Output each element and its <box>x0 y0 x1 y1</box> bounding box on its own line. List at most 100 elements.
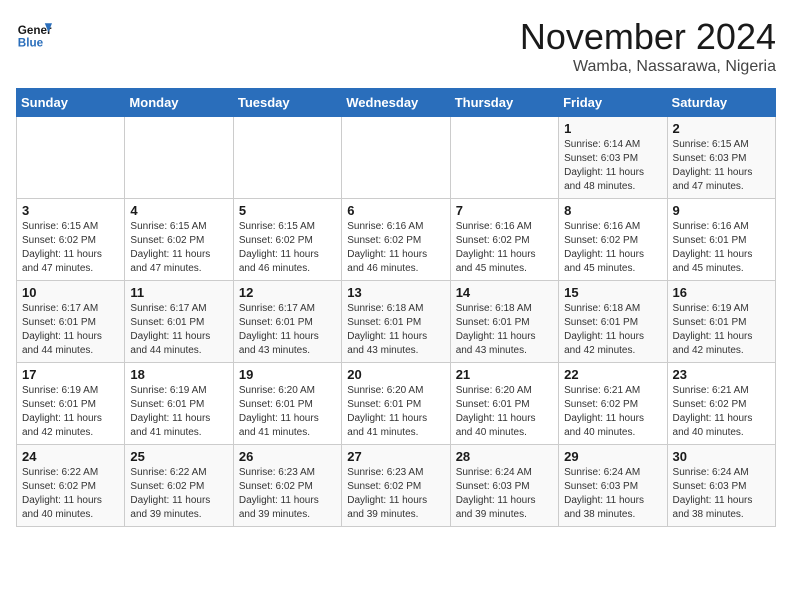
day-info: Sunrise: 6:20 AM Sunset: 6:01 PM Dayligh… <box>456 384 553 440</box>
calendar-cell: 29 Sunrise: 6:24 AM Sunset: 6:03 PM Dayli… <box>559 445 667 527</box>
day-number: 11 <box>130 285 227 300</box>
day-number: 3 <box>22 203 119 218</box>
calendar-cell: 2 Sunrise: 6:15 AM Sunset: 6:03 PM Daylig… <box>667 117 775 199</box>
calendar-cell: 16 Sunrise: 6:19 AM Sunset: 6:01 PM Dayli… <box>667 281 775 363</box>
location-title: Wamba, Nassarawa, Nigeria <box>520 58 776 76</box>
calendar-cell: 21Sunrise: 6:20 AM Sunset: 6:01 PM Dayli… <box>450 363 558 445</box>
day-number: 27 <box>347 449 444 464</box>
day-number: 25 <box>130 449 227 464</box>
day-number: 28 <box>456 449 553 464</box>
calendar-cell: 22Sunrise: 6:21 AM Sunset: 6:02 PM Dayli… <box>559 363 667 445</box>
day-info: Sunrise: 6:24 AM Sunset: 6:03 PM Dayligh… <box>564 466 661 522</box>
day-header-friday: Friday <box>559 89 667 117</box>
day-number: 8 <box>564 203 661 218</box>
day-info: Sunrise: 6:18 AM Sunset: 6:01 PM Dayligh… <box>564 302 661 358</box>
day-info: Sunrise: 6:15 AM Sunset: 6:03 PM Dayligh… <box>673 138 770 194</box>
calendar-cell: 5 Sunrise: 6:15 AM Sunset: 6:02 PM Daylig… <box>233 199 341 281</box>
day-info: Sunrise: 6:19 AM Sunset: 6:01 PM Dayligh… <box>22 384 119 440</box>
day-info: Sunrise: 6:19 AM Sunset: 6:01 PM Dayligh… <box>673 302 770 358</box>
svg-text:Blue: Blue <box>18 37 44 50</box>
day-header-monday: Monday <box>125 89 233 117</box>
calendar-cell: 11 Sunrise: 6:17 AM Sunset: 6:01 PM Dayli… <box>125 281 233 363</box>
logo-icon: General Blue <box>16 16 52 52</box>
day-info: Sunrise: 6:17 AM Sunset: 6:01 PM Dayligh… <box>130 302 227 358</box>
day-info: Sunrise: 6:17 AM Sunset: 6:01 PM Dayligh… <box>239 302 336 358</box>
day-number: 26 <box>239 449 336 464</box>
day-number: 16 <box>673 285 770 300</box>
day-header-thursday: Thursday <box>450 89 558 117</box>
day-number: 17 <box>22 367 119 382</box>
day-info: Sunrise: 6:21 AM Sunset: 6:02 PM Dayligh… <box>673 384 770 440</box>
day-info: Sunrise: 6:17 AM Sunset: 6:01 PM Dayligh… <box>22 302 119 358</box>
calendar-week-row: 10 Sunrise: 6:17 AM Sunset: 6:01 PM Dayli… <box>17 281 776 363</box>
day-info: Sunrise: 6:16 AM Sunset: 6:02 PM Dayligh… <box>456 220 553 276</box>
day-info: Sunrise: 6:16 AM Sunset: 6:02 PM Dayligh… <box>347 220 444 276</box>
calendar-cell: 1 Sunrise: 6:14 AM Sunset: 6:03 PM Daylig… <box>559 117 667 199</box>
day-number: 10 <box>22 285 119 300</box>
calendar-week-row: 1 Sunrise: 6:14 AM Sunset: 6:03 PM Daylig… <box>17 117 776 199</box>
calendar-table: SundayMondayTuesdayWednesdayThursdayFrid… <box>16 88 776 527</box>
day-number: 29 <box>564 449 661 464</box>
day-header-wednesday: Wednesday <box>342 89 450 117</box>
day-info: Sunrise: 6:18 AM Sunset: 6:01 PM Dayligh… <box>456 302 553 358</box>
calendar-cell: 15 Sunrise: 6:18 AM Sunset: 6:01 PM Dayli… <box>559 281 667 363</box>
calendar-cell <box>450 117 558 199</box>
day-info: Sunrise: 6:15 AM Sunset: 6:02 PM Dayligh… <box>239 220 336 276</box>
day-header-saturday: Saturday <box>667 89 775 117</box>
day-number: 5 <box>239 203 336 218</box>
calendar-cell <box>233 117 341 199</box>
calendar-header-row: SundayMondayTuesdayWednesdayThursdayFrid… <box>17 89 776 117</box>
day-number: 9 <box>673 203 770 218</box>
calendar-cell: 3 Sunrise: 6:15 AM Sunset: 6:02 PM Daylig… <box>17 199 125 281</box>
calendar-cell: 4 Sunrise: 6:15 AM Sunset: 6:02 PM Daylig… <box>125 199 233 281</box>
day-info: Sunrise: 6:20 AM Sunset: 6:01 PM Dayligh… <box>347 384 444 440</box>
day-number: 24 <box>22 449 119 464</box>
calendar-cell: 10 Sunrise: 6:17 AM Sunset: 6:01 PM Dayli… <box>17 281 125 363</box>
day-number: 2 <box>673 121 770 136</box>
day-info: Sunrise: 6:22 AM Sunset: 6:02 PM Dayligh… <box>130 466 227 522</box>
calendar-cell: 27 Sunrise: 6:23 AM Sunset: 6:02 PM Dayli… <box>342 445 450 527</box>
calendar-week-row: 3 Sunrise: 6:15 AM Sunset: 6:02 PM Daylig… <box>17 199 776 281</box>
day-number: 23 <box>673 367 770 382</box>
calendar-cell: 19Sunrise: 6:20 AM Sunset: 6:01 PM Dayli… <box>233 363 341 445</box>
day-number: 1 <box>564 121 661 136</box>
day-header-sunday: Sunday <box>17 89 125 117</box>
day-info: Sunrise: 6:16 AM Sunset: 6:02 PM Dayligh… <box>564 220 661 276</box>
day-info: Sunrise: 6:15 AM Sunset: 6:02 PM Dayligh… <box>22 220 119 276</box>
day-number: 15 <box>564 285 661 300</box>
day-number: 6 <box>347 203 444 218</box>
calendar-cell: 7 Sunrise: 6:16 AM Sunset: 6:02 PM Daylig… <box>450 199 558 281</box>
calendar-cell <box>342 117 450 199</box>
day-number: 14 <box>456 285 553 300</box>
calendar-week-row: 17 Sunrise: 6:19 AM Sunset: 6:01 PM Dayli… <box>17 363 776 445</box>
calendar-cell: 26Sunrise: 6:23 AM Sunset: 6:02 PM Dayli… <box>233 445 341 527</box>
calendar-cell: 20 Sunrise: 6:20 AM Sunset: 6:01 PM Dayli… <box>342 363 450 445</box>
calendar-cell: 18Sunrise: 6:19 AM Sunset: 6:01 PM Dayli… <box>125 363 233 445</box>
day-number: 12 <box>239 285 336 300</box>
day-info: Sunrise: 6:19 AM Sunset: 6:01 PM Dayligh… <box>130 384 227 440</box>
logo: General Blue <box>16 16 52 52</box>
calendar-cell: 23 Sunrise: 6:21 AM Sunset: 6:02 PM Dayli… <box>667 363 775 445</box>
day-info: Sunrise: 6:24 AM Sunset: 6:03 PM Dayligh… <box>673 466 770 522</box>
calendar-cell <box>17 117 125 199</box>
day-number: 20 <box>347 367 444 382</box>
calendar-cell: 24Sunrise: 6:22 AM Sunset: 6:02 PM Dayli… <box>17 445 125 527</box>
title-block: November 2024 Wamba, Nassarawa, Nigeria <box>520 16 776 76</box>
day-info: Sunrise: 6:18 AM Sunset: 6:01 PM Dayligh… <box>347 302 444 358</box>
day-number: 4 <box>130 203 227 218</box>
calendar-cell: 25 Sunrise: 6:22 AM Sunset: 6:02 PM Dayli… <box>125 445 233 527</box>
calendar-cell <box>125 117 233 199</box>
day-number: 7 <box>456 203 553 218</box>
calendar-week-row: 24 Sunrise: 6:22 AM Sunset: 6:02 PM Dayli… <box>17 445 776 527</box>
calendar-cell: 9Sunrise: 6:16 AM Sunset: 6:01 PM Daylig… <box>667 199 775 281</box>
day-number: 30 <box>673 449 770 464</box>
day-info: Sunrise: 6:23 AM Sunset: 6:02 PM Dayligh… <box>347 466 444 522</box>
day-info: Sunrise: 6:24 AM Sunset: 6:03 PM Dayligh… <box>456 466 553 522</box>
calendar-cell: 28 Sunrise: 6:24 AM Sunset: 6:03 PM Dayli… <box>450 445 558 527</box>
day-number: 19 <box>239 367 336 382</box>
day-info: Sunrise: 6:15 AM Sunset: 6:02 PM Dayligh… <box>130 220 227 276</box>
day-number: 22 <box>564 367 661 382</box>
day-number: 13 <box>347 285 444 300</box>
calendar-cell: 8 Sunrise: 6:16 AM Sunset: 6:02 PM Daylig… <box>559 199 667 281</box>
day-info: Sunrise: 6:14 AM Sunset: 6:03 PM Dayligh… <box>564 138 661 194</box>
